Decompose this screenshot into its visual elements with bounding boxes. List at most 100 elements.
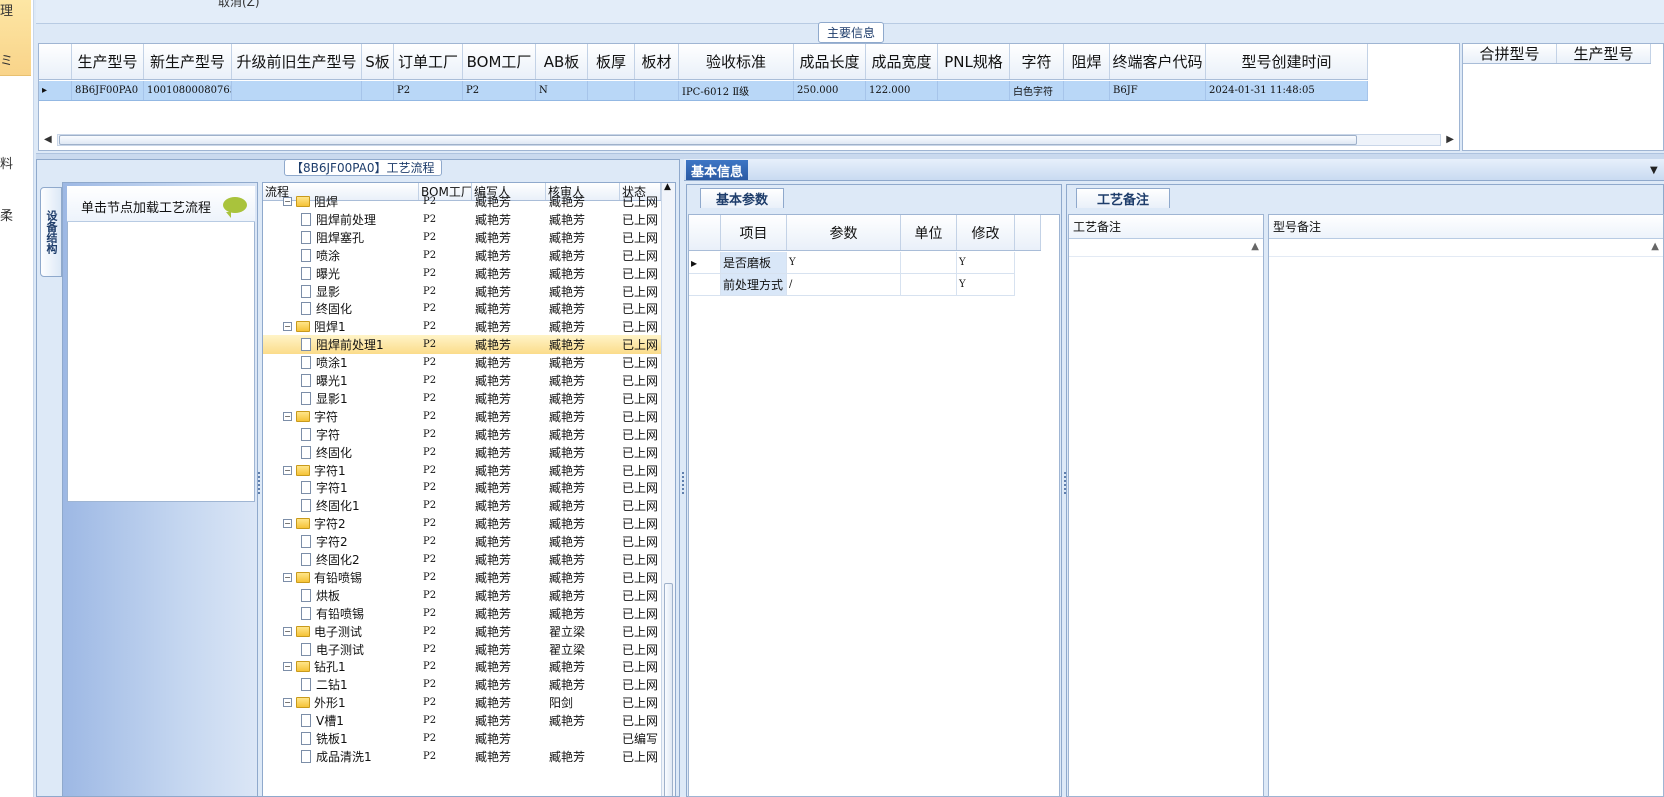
table-cell[interactable] bbox=[588, 81, 635, 100]
tree-row[interactable]: 有铅喷锡 P2 臧艳芳 臧艳芳 已上网 bbox=[263, 604, 661, 623]
collapse-icon[interactable]: − bbox=[283, 197, 292, 206]
tree-row[interactable]: − 字符 P2 臧艳芳 臧艳芳 已上网 bbox=[263, 407, 661, 426]
column-header[interactable]: 字符 bbox=[1010, 44, 1064, 79]
column-header[interactable]: 生产型号 bbox=[72, 44, 144, 79]
tab-basic-info[interactable]: 基本信息 bbox=[686, 160, 748, 180]
table-cell[interactable] bbox=[938, 81, 1010, 100]
collapse-icon[interactable]: − bbox=[283, 626, 292, 636]
column-header[interactable]: 单位 bbox=[901, 215, 957, 250]
tree-row[interactable]: 喷涂 P2 臧艳芳 臧艳芳 已上网 bbox=[263, 246, 661, 265]
tree-row[interactable]: − 外形1 P2 臧艳芳 阳剑 已上网 bbox=[263, 693, 661, 712]
tree-row[interactable]: 字符2 P2 臧艳芳 臧艳芳 已上网 bbox=[263, 532, 661, 551]
toolbar-partial-label[interactable]: 取消(Z) bbox=[218, 0, 260, 10]
param-cell[interactable]: Y bbox=[787, 252, 901, 273]
tree-node[interactable]: − 钻孔1 bbox=[263, 657, 419, 676]
collapse-icon[interactable]: − bbox=[283, 519, 292, 529]
tree-node[interactable]: 喷涂 bbox=[263, 246, 419, 265]
scroll-up-icon[interactable]: ▲ bbox=[1651, 241, 1659, 252]
table-cell[interactable] bbox=[1064, 81, 1110, 100]
table-cell[interactable]: IPC-6012 Ⅱ级 bbox=[679, 81, 794, 100]
nav-item-label[interactable]: 柔 bbox=[0, 205, 13, 224]
tree-node[interactable]: 喷涂1 bbox=[263, 353, 419, 372]
column-header[interactable]: 项目 bbox=[721, 215, 787, 250]
column-header[interactable]: PNL规格 bbox=[938, 44, 1010, 79]
tree-row[interactable]: − 阻焊 P2 臧艳芳 臧艳芳 已上网 bbox=[263, 192, 661, 211]
column-header[interactable]: 验收标准 bbox=[679, 44, 794, 79]
column-header[interactable]: 参数 bbox=[787, 215, 901, 250]
tree-node[interactable]: 终固化2 bbox=[263, 550, 419, 569]
tree-row[interactable]: 电子测试 P2 臧艳芳 翟立梁 已上网 bbox=[263, 640, 661, 659]
table-cell[interactable]: N bbox=[536, 81, 588, 100]
param-cell[interactable]: / bbox=[787, 274, 901, 295]
params-grid[interactable]: 项目 参数 单位 修改 ▸ 是否磨板 Y Y 前处理方式 / Y bbox=[688, 214, 1060, 797]
tree-row[interactable]: 成品清洗1 P2 臧艳芳 臧艳芳 已上网 bbox=[263, 747, 661, 766]
tree-node[interactable]: 终固化1 bbox=[263, 496, 419, 515]
tree-row[interactable]: V槽1 P2 臧艳芳 臧艳芳 已上网 bbox=[263, 711, 661, 730]
tree-row[interactable]: − 字符1 P2 臧艳芳 臧艳芳 已上网 bbox=[263, 461, 661, 480]
table-cell[interactable]: 122.000 bbox=[866, 81, 938, 100]
tree-row[interactable]: 曝光1 P2 臧艳芳 臧艳芳 已上网 bbox=[263, 371, 661, 390]
table-cell[interactable]: 250.000 bbox=[794, 81, 866, 100]
tree-node[interactable]: − 有铅喷锡 bbox=[263, 568, 419, 587]
table-cell[interactable] bbox=[232, 81, 362, 100]
main-info-grid[interactable]: 生产型号 新生产型号 升级前旧生产型号 S板 订单工厂 BOM工厂 AB板 板厚 板材 验收标准成… bbox=[38, 43, 1460, 151]
tree-node[interactable]: 阻焊塞孔 bbox=[263, 228, 419, 247]
process-notes-box[interactable]: 工艺备注 ▲ bbox=[1068, 214, 1264, 797]
tree-node[interactable]: 阻焊前处理1 bbox=[263, 335, 419, 354]
table-cell[interactable]: 白色字符 bbox=[1010, 81, 1064, 100]
table-cell[interactable]: P2 bbox=[463, 81, 536, 100]
column-header[interactable]: 新生产型号 bbox=[144, 44, 232, 79]
table-cell[interactable]: B6JF bbox=[1110, 81, 1206, 100]
dropdown-arrow-icon[interactable]: ▼ bbox=[1650, 165, 1658, 176]
table-cell[interactable]: 2024-01-31 11:48:05 bbox=[1206, 81, 1368, 100]
tree-row[interactable]: 终固化 P2 臧艳芳 臧艳芳 已上网 bbox=[263, 443, 661, 462]
tree-row[interactable]: 阻焊前处理 P2 臧艳芳 臧艳芳 已上网 bbox=[263, 210, 661, 229]
tree-row[interactable]: 二钻1 P2 臧艳芳 臧艳芳 已上网 bbox=[263, 675, 661, 694]
tree-row[interactable]: 喷涂1 P2 臧艳芳 臧艳芳 已上网 bbox=[263, 353, 661, 372]
column-header[interactable]: 成品长度 bbox=[794, 44, 866, 79]
table-cell[interactable]: 10010800080765 bbox=[144, 81, 232, 100]
tree-node[interactable]: 曝光1 bbox=[263, 371, 419, 390]
tree-node[interactable]: 曝光 bbox=[263, 264, 419, 283]
tree-row[interactable]: 烘板 P2 臧艳芳 臧艳芳 已上网 bbox=[263, 586, 661, 605]
tree-row[interactable]: 铣板1 P2 臧艳芳 已编写 bbox=[263, 729, 661, 748]
tree-node[interactable]: − 阻焊1 bbox=[263, 317, 419, 336]
column-header[interactable]: 合拼型号 bbox=[1463, 44, 1557, 63]
tab-process-notes[interactable]: 工艺备注 bbox=[1076, 188, 1170, 208]
column-header[interactable]: 成品宽度 bbox=[866, 44, 938, 79]
tree-row[interactable]: − 字符2 P2 臧艳芳 臧艳芳 已上网 bbox=[263, 514, 661, 533]
column-header[interactable]: AB板 bbox=[536, 44, 588, 79]
column-header[interactable]: 修改 bbox=[957, 215, 1015, 250]
scroll-up-icon[interactable]: ▲ bbox=[1251, 241, 1259, 252]
collapse-icon[interactable]: − bbox=[283, 322, 292, 332]
tree-row[interactable]: 终固化1 P2 臧艳芳 臧艳芳 已上网 bbox=[263, 496, 661, 515]
nav-item-label[interactable]: 料 bbox=[0, 153, 13, 172]
row-indicator-icon[interactable]: ▸ bbox=[39, 81, 72, 100]
model-notes-box[interactable]: 型号备注 ▲ bbox=[1268, 214, 1664, 797]
tree-node[interactable]: 电子测试 bbox=[263, 640, 419, 659]
table-row[interactable]: 前处理方式 / Y bbox=[689, 274, 1015, 296]
tree-node[interactable]: 铣板1 bbox=[263, 729, 419, 748]
tree-row[interactable]: − 有铅喷锡 P2 臧艳芳 臧艳芳 已上网 bbox=[263, 568, 661, 587]
tree-node[interactable]: − 字符2 bbox=[263, 514, 419, 533]
column-header[interactable]: 阻焊 bbox=[1064, 44, 1110, 79]
tree-node[interactable]: 字符2 bbox=[263, 532, 419, 551]
tree-row[interactable]: 字符1 P2 臧艳芳 臧艳芳 已上网 bbox=[263, 478, 661, 497]
comment-bubble-icon[interactable] bbox=[223, 197, 247, 218]
vertical-scrollbar[interactable]: ▲ bbox=[661, 183, 675, 796]
collapse-icon[interactable]: − bbox=[283, 465, 292, 475]
table-cell[interactable] bbox=[362, 81, 394, 100]
table-cell[interactable]: P2 bbox=[394, 81, 463, 100]
tree-row[interactable]: 字符 P2 臧艳芳 臧艳芳 已上网 bbox=[263, 425, 661, 444]
table-cell[interactable] bbox=[635, 81, 679, 100]
param-cell[interactable]: Y bbox=[957, 252, 1015, 273]
column-header[interactable]: 板材 bbox=[635, 44, 679, 79]
column-header[interactable]: S板 bbox=[362, 44, 394, 79]
tree-node[interactable]: − 外形1 bbox=[263, 693, 419, 712]
tree-row[interactable]: 阻焊前处理1 P2 臧艳芳 臧艳芳 已上网 bbox=[263, 335, 661, 355]
tree-node[interactable]: 字符 bbox=[263, 425, 419, 444]
tree-node[interactable]: 显影 bbox=[263, 282, 419, 301]
scroll-left-icon[interactable]: ◀ bbox=[44, 134, 52, 145]
column-header[interactable]: 升级前旧生产型号 bbox=[232, 44, 362, 79]
tree-node[interactable]: − 电子测试 bbox=[263, 622, 419, 641]
